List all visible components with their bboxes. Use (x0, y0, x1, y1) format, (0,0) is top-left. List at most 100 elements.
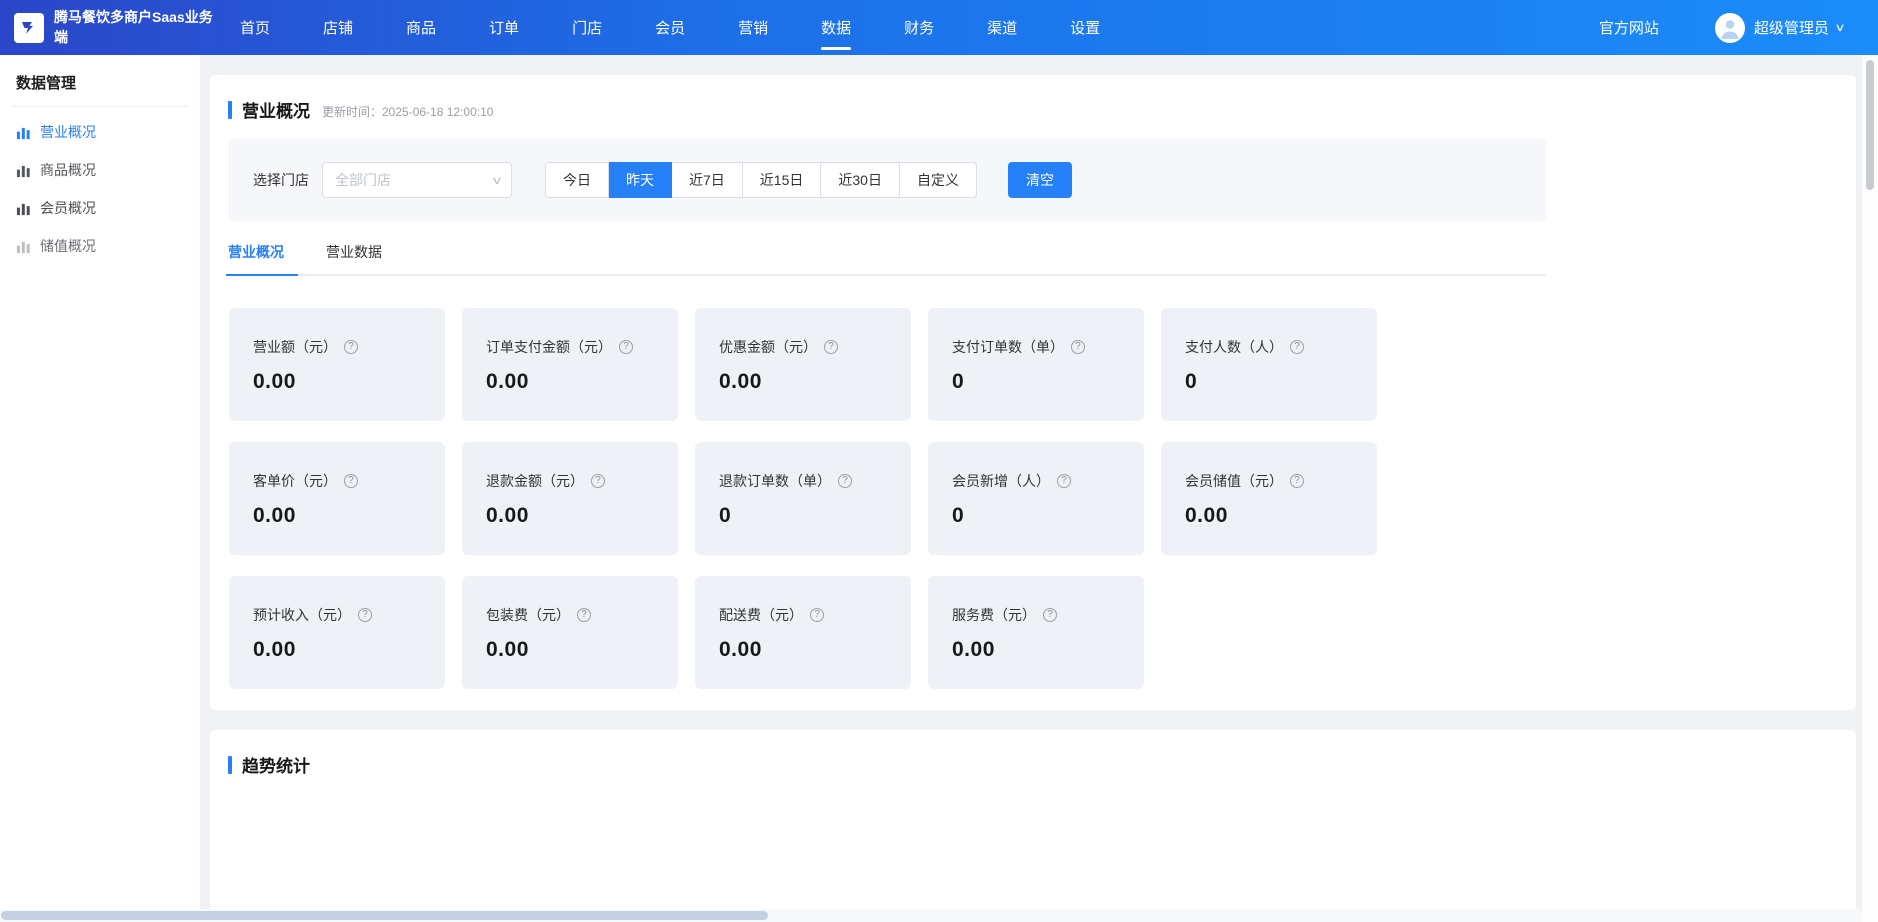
question-circle-icon[interactable]: ? (358, 608, 372, 622)
stat-card: 优惠金额（元）?0.00 (695, 308, 911, 421)
store-select-placeholder: 全部门店 (335, 170, 493, 190)
stat-card: 预计收入（元）? 0.00 (229, 576, 445, 689)
stat-value: 0.00 (486, 638, 668, 662)
nav-item-data[interactable]: 数据 (809, 0, 863, 55)
stat-value: 0.00 (253, 638, 435, 662)
stat-label-text: 预计收入（元） (253, 605, 351, 625)
store-select-label: 选择门店 (253, 170, 309, 190)
trend-panel: 趋势统计 (210, 730, 1856, 922)
nav-item-orders[interactable]: 订单 (477, 0, 531, 55)
stat-label: 营业额（元）? (253, 337, 435, 357)
question-circle-icon[interactable]: ? (1071, 340, 1085, 354)
tab-business-data[interactable]: 营业数据 (326, 242, 382, 274)
question-circle-icon[interactable]: ? (1043, 608, 1057, 622)
sidebar-menu: 营业概况商品概况会员概况储值概况 (0, 113, 200, 265)
stat-value: 0.00 (253, 504, 435, 528)
question-circle-icon[interactable]: ? (810, 608, 824, 622)
stat-label: 客单价（元）? (253, 471, 435, 491)
question-circle-icon[interactable]: ? (344, 340, 358, 354)
nav-item-marketing[interactable]: 营销 (726, 0, 780, 55)
section-header: 营业概况 更新时间：2025-06-18 12:00:10 (210, 75, 1856, 122)
nav-item-branches[interactable]: 门店 (560, 0, 614, 55)
stat-card: 支付订单数（单）?0 (928, 308, 1144, 421)
filter-bar: 选择门店 全部门店 ∨ 今日昨天近7日近15日近30日自定义 清空 (228, 139, 1546, 221)
horizontal-scrollbar-thumb[interactable] (1, 911, 768, 920)
stat-value: 0.00 (486, 370, 668, 394)
sidebar-item-member-overview[interactable]: 会员概况 (0, 189, 200, 227)
sidebar-item-label: 会员概况 (40, 198, 96, 218)
date-range-last15[interactable]: 近15日 (743, 162, 822, 198)
vertical-scrollbar[interactable] (1862, 55, 1878, 922)
stat-label: 优惠金额（元）? (719, 337, 901, 357)
trend-title: 趋势统计 (242, 752, 310, 777)
sidebar: 数据管理 营业概况商品概况会员概况储值概况 (0, 55, 200, 922)
store-select[interactable]: 全部门店 ∨ (322, 162, 512, 198)
stat-value: 0 (952, 504, 1134, 528)
sidebar-item-business-overview[interactable]: 营业概况 (0, 113, 200, 151)
official-site-link[interactable]: 官方网站 (1599, 17, 1659, 38)
stat-label-text: 包装费（元） (486, 605, 570, 625)
date-range-yesterday[interactable]: 昨天 (609, 162, 672, 198)
stat-label: 退款订单数（单）? (719, 471, 901, 491)
clear-button[interactable]: 清空 (1008, 162, 1072, 198)
sidebar-item-label: 商品概况 (40, 160, 96, 180)
nav-item-goods[interactable]: 商品 (394, 0, 448, 55)
nav-item-channels[interactable]: 渠道 (975, 0, 1029, 55)
username[interactable]: 超级管理员 (1754, 17, 1829, 38)
sidebar-item-goods-overview[interactable]: 商品概况 (0, 151, 200, 189)
nav-item-settings[interactable]: 设置 (1058, 0, 1112, 55)
overview-tabs: 营业概况 营业数据 (228, 242, 1546, 276)
question-circle-icon[interactable]: ? (591, 474, 605, 488)
stat-label-text: 退款订单数（单） (719, 471, 831, 491)
nav-item-home[interactable]: 首页 (228, 0, 282, 55)
nav-item-shop[interactable]: 店铺 (311, 0, 365, 55)
nav-item-finance[interactable]: 财务 (892, 0, 946, 55)
question-circle-icon[interactable]: ? (1290, 474, 1304, 488)
section-title: 营业概况 (242, 97, 310, 122)
stat-label-text: 支付订单数（单） (952, 337, 1064, 357)
tab-business-overview[interactable]: 营业概况 (228, 242, 284, 274)
stat-value: 0.00 (719, 638, 901, 662)
main-nav: 首页店铺商品订单门店会员营销数据财务渠道设置 (228, 0, 1141, 55)
stat-label-text: 营业额（元） (253, 337, 337, 357)
stat-label: 退款金额（元）? (486, 471, 668, 491)
vertical-scrollbar-thumb[interactable] (1866, 60, 1874, 190)
bar-chart-icon (16, 201, 31, 216)
stat-card: 配送费（元）?0.00 (695, 576, 911, 689)
bar-chart-icon (16, 239, 31, 254)
bar-chart-icon (16, 163, 31, 178)
stat-value: 0 (1185, 370, 1367, 394)
main-content: 营业概况 更新时间：2025-06-18 12:00:10 选择门店 全部门店 … (200, 55, 1862, 922)
nav-item-members[interactable]: 会员 (643, 0, 697, 55)
sidebar-divider (12, 106, 188, 107)
stat-label-text: 会员新增（人） (952, 471, 1050, 491)
question-circle-icon[interactable]: ? (824, 340, 838, 354)
chevron-down-icon[interactable]: ∨ (1834, 21, 1845, 34)
sidebar-item-stored-value-overview[interactable]: 储值概况 (0, 227, 200, 265)
date-range-last30[interactable]: 近30日 (821, 162, 900, 198)
horizontal-scrollbar[interactable] (0, 909, 1862, 922)
question-circle-icon[interactable]: ? (838, 474, 852, 488)
stat-label-text: 服务费（元） (952, 605, 1036, 625)
stat-card: 退款订单数（单）?0 (695, 442, 911, 555)
stat-card: 会员新增（人）? 0 (928, 442, 1144, 555)
stat-label-text: 退款金额（元） (486, 471, 584, 491)
stat-value: 0.00 (952, 638, 1134, 662)
stat-label: 订单支付金额（元）? (486, 337, 668, 357)
date-range-custom[interactable]: 自定义 (900, 162, 977, 198)
stat-label: 支付人数（人）? (1185, 337, 1367, 357)
date-range-last7[interactable]: 近7日 (672, 162, 743, 198)
question-circle-icon[interactable]: ? (344, 474, 358, 488)
user-avatar-icon[interactable] (1715, 13, 1745, 43)
date-range-today[interactable]: 今日 (545, 162, 609, 198)
question-circle-icon[interactable]: ? (619, 340, 633, 354)
stat-label: 预计收入（元）? (253, 605, 435, 625)
question-circle-icon[interactable]: ? (1057, 474, 1071, 488)
question-circle-icon[interactable]: ? (577, 608, 591, 622)
stat-value: 0.00 (253, 370, 435, 394)
question-circle-icon[interactable]: ? (1290, 340, 1304, 354)
stats-grid: 营业额（元）?0.00订单支付金额（元）?0.00优惠金额（元）?0.00支付订… (229, 308, 1377, 689)
brand: 腾马餐饮多商户Saas业务端 (0, 8, 228, 47)
section-accent-bar (228, 756, 232, 774)
stat-label-text: 客单价（元） (253, 471, 337, 491)
